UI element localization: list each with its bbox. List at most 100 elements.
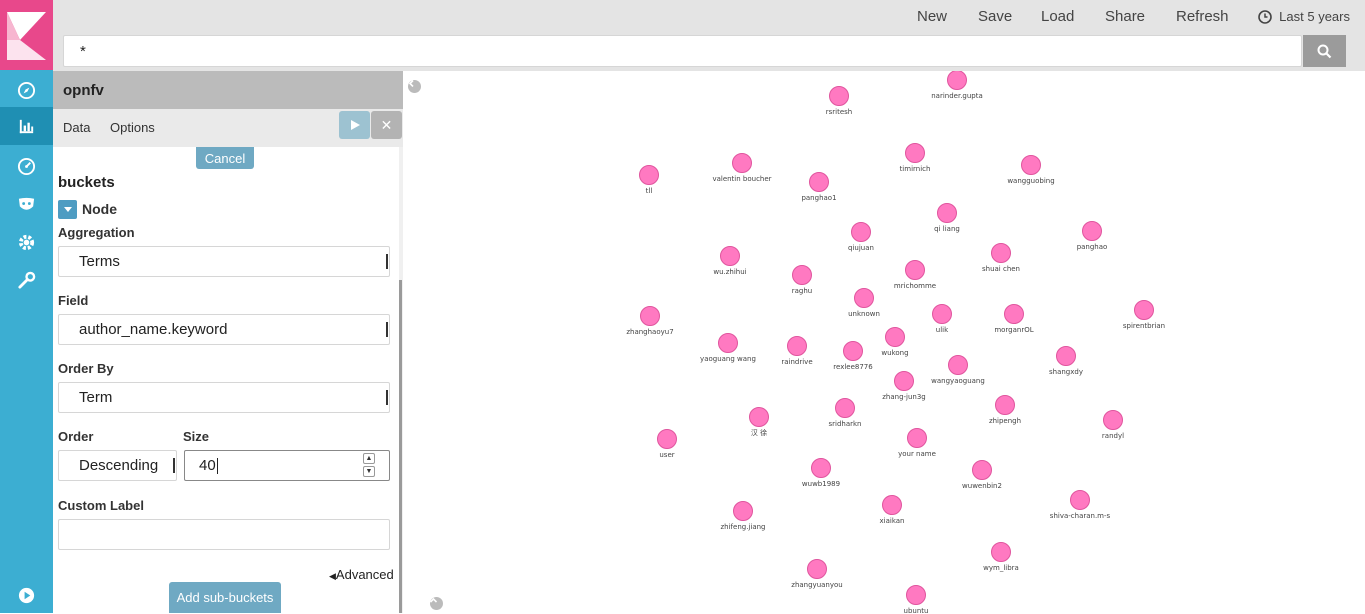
graph-node-circle[interactable] bbox=[907, 428, 927, 448]
graph-node-circle[interactable] bbox=[991, 542, 1011, 562]
graph-node[interactable]: unknown bbox=[848, 288, 880, 319]
graph-node[interactable]: zhang-jun3g bbox=[882, 371, 926, 402]
graph-node-circle[interactable] bbox=[1134, 300, 1154, 320]
graph-node[interactable]: user bbox=[657, 429, 677, 460]
advanced-link[interactable]: ◀Advanced bbox=[329, 567, 394, 582]
graph-node[interactable]: panghao bbox=[1077, 221, 1108, 252]
graph-node-circle[interactable] bbox=[829, 86, 849, 106]
custom-label-input[interactable] bbox=[58, 519, 390, 550]
graph-node[interactable]: zhipengh bbox=[989, 395, 1021, 426]
field-select[interactable]: author_name.keyword bbox=[58, 314, 390, 345]
graph-node-circle[interactable] bbox=[1004, 304, 1024, 324]
graph-node-circle[interactable] bbox=[991, 243, 1011, 263]
graph-node-circle[interactable] bbox=[639, 165, 659, 185]
graph-node[interactable]: wym_libra bbox=[983, 542, 1019, 573]
node-toggle-button[interactable] bbox=[58, 200, 77, 219]
graph-node[interactable]: qiujuan bbox=[848, 222, 874, 253]
graph-node-circle[interactable] bbox=[905, 143, 925, 163]
load-button[interactable]: Load bbox=[1041, 8, 1074, 25]
graph-node[interactable]: narinder.gupta bbox=[931, 71, 983, 100]
graph-node[interactable]: mrichomme bbox=[894, 260, 936, 291]
size-input[interactable]: 40 ▲ ▼ bbox=[184, 450, 390, 481]
graph-node[interactable]: zhangyuanyou bbox=[791, 559, 843, 590]
graph-node-circle[interactable] bbox=[657, 429, 677, 449]
graph-node-circle[interactable] bbox=[894, 371, 914, 391]
graph-node[interactable]: wuwb1989 bbox=[802, 458, 840, 489]
graph-node-circle[interactable] bbox=[640, 306, 660, 326]
graph-node-circle[interactable] bbox=[718, 333, 738, 353]
tab-options[interactable]: Options bbox=[110, 120, 155, 135]
save-button[interactable]: Save bbox=[978, 8, 1012, 25]
graph-node-circle[interactable] bbox=[807, 559, 827, 579]
tab-data[interactable]: Data bbox=[63, 120, 90, 135]
add-sub-buckets-button[interactable]: Add sub-buckets bbox=[169, 582, 281, 613]
graph-node[interactable]: 汉 徐 bbox=[749, 407, 769, 438]
visualize-chart-icon[interactable] bbox=[0, 107, 53, 145]
graph-node-circle[interactable] bbox=[733, 501, 753, 521]
graph-node[interactable]: ulik bbox=[932, 304, 952, 335]
graph-node-circle[interactable] bbox=[995, 395, 1015, 415]
graph-node-circle[interactable] bbox=[1021, 155, 1041, 175]
graph-node[interactable]: wangguobing bbox=[1007, 155, 1055, 186]
graph-node[interactable]: xiaikan bbox=[880, 495, 905, 526]
graph-node-circle[interactable] bbox=[948, 355, 968, 375]
size-spinner[interactable]: ▲ ▼ bbox=[363, 453, 375, 478]
new-button[interactable]: New bbox=[917, 8, 947, 25]
collapse-play-icon[interactable] bbox=[0, 576, 53, 614]
order-select[interactable]: Descending bbox=[58, 450, 177, 481]
spin-down-icon[interactable]: ▼ bbox=[363, 466, 375, 477]
time-picker[interactable]: Last 5 years bbox=[1258, 9, 1350, 24]
graph-node-circle[interactable] bbox=[906, 585, 926, 605]
aggregation-select[interactable]: Terms bbox=[58, 246, 390, 277]
graph-node[interactable]: wukong bbox=[881, 327, 909, 358]
graph-node[interactable]: rexlee8776 bbox=[833, 341, 873, 372]
graph-node-circle[interactable] bbox=[720, 246, 740, 266]
graph-node[interactable]: shuai chen bbox=[982, 243, 1020, 274]
graph-node[interactable]: zhifeng.jiang bbox=[721, 501, 766, 532]
graph-node-circle[interactable] bbox=[787, 336, 807, 356]
graph-node-circle[interactable] bbox=[882, 495, 902, 515]
graph-node[interactable]: raghu bbox=[792, 265, 812, 296]
query-input[interactable] bbox=[63, 35, 1302, 67]
search-button[interactable] bbox=[1303, 35, 1346, 67]
discard-changes-button[interactable]: ✕ bbox=[371, 111, 402, 139]
scrollbar-thumb[interactable] bbox=[399, 280, 402, 613]
graph-node[interactable]: wu.zhihui bbox=[713, 246, 747, 277]
graph-node-circle[interactable] bbox=[947, 71, 967, 90]
dashboard-gauge-icon[interactable] bbox=[0, 147, 53, 185]
graph-node-circle[interactable] bbox=[885, 327, 905, 347]
graph-node[interactable]: rsritesh bbox=[826, 86, 852, 117]
graph-node[interactable]: zhanghaoyu7 bbox=[626, 306, 674, 337]
spin-up-icon[interactable]: ▲ bbox=[363, 453, 375, 464]
graph-node[interactable]: morganrOL bbox=[994, 304, 1034, 335]
graph-node-circle[interactable] bbox=[972, 460, 992, 480]
graph-node[interactable]: qi liang bbox=[934, 203, 960, 234]
graph-node-circle[interactable] bbox=[937, 203, 957, 223]
graph-node-circle[interactable] bbox=[1103, 410, 1123, 430]
order-by-select[interactable]: Term bbox=[58, 382, 390, 413]
graph-node-circle[interactable] bbox=[792, 265, 812, 285]
apply-changes-button[interactable] bbox=[339, 111, 370, 139]
graph-node[interactable]: valentin boucher bbox=[712, 153, 772, 184]
graph-node-circle[interactable] bbox=[932, 304, 952, 324]
kibana-logo[interactable] bbox=[0, 0, 53, 70]
timelion-mask-icon[interactable] bbox=[0, 185, 53, 223]
graph-node-circle[interactable] bbox=[1070, 490, 1090, 510]
graph-node-circle[interactable] bbox=[843, 341, 863, 361]
graph-node[interactable]: yaoguang wang bbox=[700, 333, 756, 364]
graph-node-circle[interactable] bbox=[732, 153, 752, 173]
cancel-button[interactable]: Cancel bbox=[196, 147, 254, 169]
graph-node[interactable]: wuwenbin2 bbox=[962, 460, 1002, 491]
graph-node-circle[interactable] bbox=[835, 398, 855, 418]
graph-node[interactable]: your name bbox=[898, 428, 936, 459]
graph-node[interactable]: randyl bbox=[1102, 410, 1124, 441]
graph-node[interactable]: raindrive bbox=[781, 336, 813, 367]
refresh-button[interactable]: Refresh bbox=[1176, 8, 1229, 25]
graph-node-circle[interactable] bbox=[1082, 221, 1102, 241]
graph-node-circle[interactable] bbox=[851, 222, 871, 242]
collapse-bottom-button[interactable] bbox=[430, 597, 443, 610]
graph-node-circle[interactable] bbox=[749, 407, 769, 427]
graph-node-circle[interactable] bbox=[811, 458, 831, 478]
graph-node-circle[interactable] bbox=[1056, 346, 1076, 366]
graph-node[interactable]: panghao1 bbox=[801, 172, 837, 203]
